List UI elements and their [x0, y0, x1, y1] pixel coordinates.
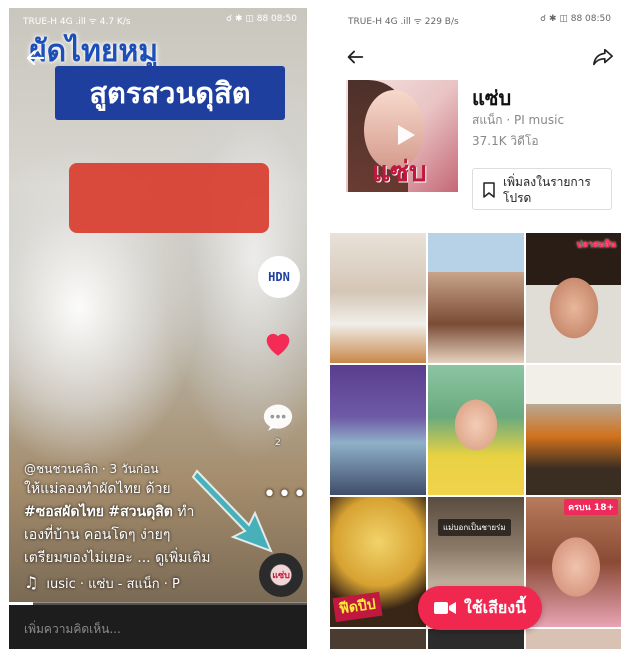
sound-cover[interactable]: แซ่บ [346, 80, 458, 192]
disc-label: แซ่บ [272, 571, 290, 581]
creator-username[interactable]: @ชนชวนคลิก · 3 วันก่อน [24, 460, 159, 479]
video-thumbnail[interactable] [428, 629, 524, 649]
thumbnail-text: แม่บอกเป็นชายร่ม [438, 519, 511, 536]
back-arrow-icon[interactable] [23, 46, 47, 70]
comment-placeholder: เพิ่มความคิดเห็น... [24, 622, 121, 636]
desc-line-4-text: เตรียมของไม่เยอะ ... [24, 550, 156, 566]
video-thumbnail[interactable] [526, 629, 621, 649]
sound-title: แซ่บ [472, 86, 512, 110]
back-arrow-icon[interactable] [344, 46, 366, 68]
status-left: TRUE-H 4G .ill ᯤ 229 B/s [348, 17, 459, 27]
bookmark-icon [483, 182, 495, 198]
thumbnail-text: ฟีดปีป [332, 591, 383, 623]
heart-icon[interactable] [261, 326, 295, 360]
thumbnail-text: ปลาสมสิน [576, 240, 616, 250]
hashtag-1[interactable]: #ซอสผัดไทย [24, 504, 104, 520]
use-this-sound-button[interactable]: ใช้เสียงนี้ [418, 586, 542, 630]
music-note-icon: ♫ [24, 573, 39, 592]
add-to-favorites-label: เพิ่มลงในรายการโปรด [503, 175, 591, 205]
comment-count: 2 [275, 438, 281, 448]
pointer-arrow-icon [191, 469, 273, 553]
video-thumbnail[interactable] [428, 365, 524, 495]
video-camera-icon [433, 602, 456, 614]
video-thumbnail[interactable] [330, 365, 426, 495]
status-right: ☌ ✱ ◫ 88 08:50 [540, 14, 611, 24]
sound-page-screen: TRUE-H 4G .ill ᯤ 229 B/s ☌ ✱ ◫ 88 08:50 … [330, 8, 621, 649]
sound-video-count: 37.1K วิดีโอ [472, 134, 539, 148]
hashtag-2[interactable]: #สวนดุสิต [108, 504, 172, 520]
video-caption-main: สูตรสวนดุสิต [55, 66, 285, 120]
use-this-sound-label: ใช้เสียงนี้ [463, 597, 527, 617]
comment-icon[interactable] [261, 401, 295, 435]
status-right: ☌ ✱ ◫ 88 08:50 [226, 14, 297, 24]
video-thumbnail[interactable] [526, 365, 621, 495]
video-thumbnail[interactable]: ฟีดปีป [330, 497, 426, 627]
video-thumbnail[interactable] [330, 233, 426, 363]
status-left: TRUE-H 4G .ill ᯤ 4.7 K/s [23, 17, 131, 27]
music-info[interactable]: ♫ ıusic · แซ่บ - สแน็ก · P [24, 573, 180, 594]
video-thumbnail[interactable]: ปลาสมสิน [526, 233, 621, 363]
thumbnail-badge: ครบน 18+ [564, 499, 618, 515]
video-background-bowl [69, 163, 269, 233]
sound-artist[interactable]: สแน็ก · PI music [472, 111, 564, 130]
add-to-favorites-button[interactable]: เพิ่มลงในรายการโปรด [472, 168, 612, 210]
music-disc[interactable]: แซ่บ [259, 553, 303, 597]
video-player-screen: TRUE-H 4G .ill ᯤ 4.7 K/s ☌ ✱ ◫ 88 08:50 … [9, 8, 307, 649]
status-bar: TRUE-H 4G .ill ᯤ 229 B/s ☌ ✱ ◫ 88 08:50 [330, 8, 621, 30]
music-text: ıusic · แซ่บ - สแน็ก · P [46, 577, 180, 592]
comment-input-bar[interactable]: เพิ่มความคิดเห็น... [9, 605, 307, 649]
video-thumbnail[interactable] [428, 233, 524, 363]
play-icon[interactable] [390, 120, 420, 150]
creator-avatar[interactable]: HDN [258, 256, 300, 298]
cover-logo: แซ่บ [372, 155, 427, 188]
status-bar: TRUE-H 4G .ill ᯤ 4.7 K/s ☌ ✱ ◫ 88 08:50 [9, 8, 307, 30]
video-thumbnail[interactable] [330, 629, 426, 649]
share-icon[interactable] [592, 46, 614, 68]
brand-logo-text: HDN [268, 270, 290, 284]
